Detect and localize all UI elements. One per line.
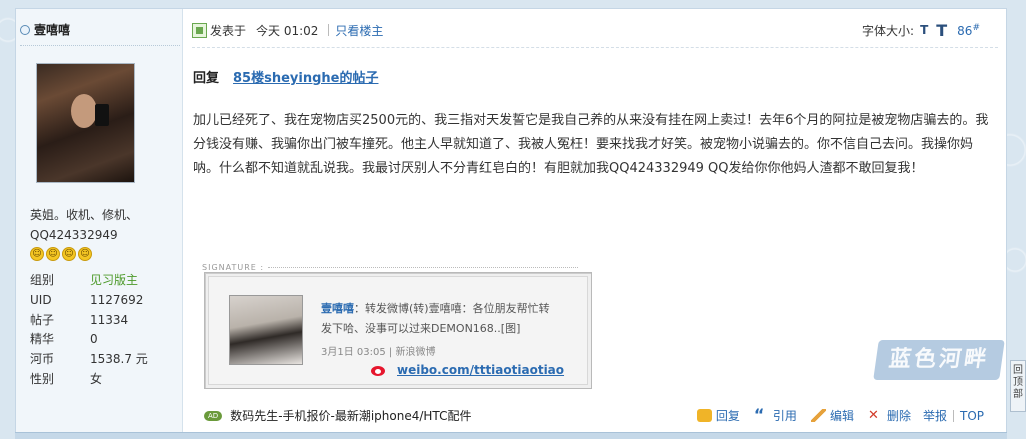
- stat-value-coins: 1538.7 元: [90, 352, 148, 367]
- stat-label: UID: [30, 292, 52, 307]
- signature-box: 壹嘻嘻：转发微博(转)壹嘻嘻：各位朋友帮忙转发下哈、没事可以过来DEMON168…: [204, 272, 592, 389]
- post-footer-strip: [15, 432, 1007, 439]
- avatar-face: [71, 94, 97, 128]
- stat-row-coins: 河币 1538.7 元: [30, 350, 180, 370]
- author-sidebar: 壹嘻嘻 英姐。收机、修机、 QQ424332949 ☺ ☺ ☺ ☺ 组别 见习版…: [16, 9, 183, 437]
- reply-target-link[interactable]: 85楼sheyinghe的帖子: [233, 67, 378, 86]
- signature-inner: 壹嘻嘻：转发微博(转)壹嘻嘻：各位朋友帮忙转发下哈、没事可以过来DEMON168…: [208, 276, 588, 385]
- edit-button[interactable]: 编辑: [810, 407, 854, 424]
- stat-value-posts: 11334: [90, 312, 129, 327]
- signature-message: ：转发微博(转)壹嘻嘻：各位朋友帮忙转发下哈、没事可以过来DEMON168..[…: [321, 302, 550, 335]
- stat-row-gender: 性别 女: [30, 370, 180, 390]
- posted-time: 今天 01:02: [256, 23, 319, 38]
- signature-meta: 3月1日 03:05 | 新浪微博: [321, 347, 436, 358]
- site-watermark: 蓝色河畔: [873, 340, 1005, 380]
- signature-weibo: weibo.com/tttiaotiaotiao: [371, 363, 564, 377]
- reply-icon: [696, 409, 712, 422]
- top-button[interactable]: TOP: [960, 409, 984, 423]
- floor-number-value: 86: [957, 23, 973, 38]
- stat-row-posts: 帖子 11334: [30, 311, 180, 331]
- weibo-link[interactable]: weibo.com/tttiaotiaotiao: [397, 363, 564, 377]
- stat-row-digest: 精华 0: [30, 330, 180, 350]
- actions-divider: [952, 409, 954, 422]
- delete-button[interactable]: ✕ 删除: [868, 407, 911, 424]
- stat-label: 河币: [30, 352, 55, 367]
- author-intro: 英姐。收机、修机、 QQ424332949: [30, 205, 170, 245]
- delete-button-label: 删除: [886, 409, 911, 423]
- smiley-icon: ☺: [30, 247, 44, 261]
- ad-badge-icon: AD: [204, 410, 223, 421]
- stat-value-digest: 0: [90, 332, 98, 347]
- author-name[interactable]: 壹嘻嘻: [34, 21, 70, 38]
- quote-icon: “: [753, 405, 765, 424]
- stat-value-gender: 女: [90, 371, 103, 386]
- header-divider: [328, 24, 330, 36]
- signature-title-text: SIGNATURE :: [202, 263, 265, 272]
- font-large-button[interactable]: T: [936, 21, 947, 40]
- author-stats: 组别 见习版主 UID 1127692 帖子 11334 精华 0 河币 153…: [30, 271, 180, 390]
- back-to-top-button[interactable]: 回顶部: [1010, 360, 1026, 412]
- edit-icon: [810, 409, 826, 422]
- quote-button-label: 引用: [772, 409, 797, 423]
- reply-label: 回复: [193, 71, 220, 86]
- font-small-button[interactable]: T: [920, 23, 928, 37]
- stat-value-uid: 1127692: [90, 292, 144, 307]
- signature-name[interactable]: 壹嘻嘻: [321, 302, 354, 315]
- stat-label: 帖子: [30, 312, 55, 327]
- post-actions: 回复 “ 引用 编辑 ✕ 删除 举报 TOP: [683, 407, 984, 424]
- report-button-label: 举报: [922, 409, 947, 423]
- weibo-icon: [371, 363, 389, 377]
- post-body: 加儿已经死了、我在宠物店买2500元的、我三指对天发誓它是我自己养的从来没有挂在…: [193, 113, 989, 176]
- header-separator: [192, 47, 998, 48]
- smiley-icon: ☺: [46, 247, 60, 261]
- author-intro-line2: QQ424332949: [30, 228, 118, 242]
- delete-icon: ✕: [867, 408, 879, 423]
- smiley-icon: ☺: [78, 247, 92, 261]
- author-header: 壹嘻嘻: [20, 21, 70, 38]
- quote-button[interactable]: “ 引用: [754, 407, 797, 424]
- smiley-icon: ☺: [62, 247, 76, 261]
- signature-text: 壹嘻嘻：转发微博(转)壹嘻嘻：各位朋友帮忙转发下哈、没事可以过来DEMON168…: [321, 299, 551, 339]
- post-status-icon: [192, 22, 207, 38]
- signature-photo[interactable]: [229, 295, 303, 365]
- font-size-label: 字体大小:: [862, 23, 915, 38]
- online-status-icon: [20, 24, 30, 35]
- stat-label: 精华: [30, 332, 55, 347]
- rank-icons: ☺ ☺ ☺ ☺: [30, 247, 92, 261]
- only-author-link[interactable]: 只看楼主: [335, 22, 383, 39]
- report-button[interactable]: 举报: [923, 407, 947, 424]
- signature-divider: [268, 267, 579, 268]
- floor-number[interactable]: 86#: [957, 23, 980, 38]
- font-size-controls: 字体大小: T T 86#: [862, 19, 980, 41]
- posted-label: 发表于: [210, 23, 247, 38]
- ad-link[interactable]: 数码先生-手机报价-最新潮iphone4/HTC配件: [230, 407, 471, 424]
- reply-button[interactable]: 回复: [696, 407, 740, 424]
- post-header: 发表于 今天 01:02 只看楼主 字体大小: T T 86#: [192, 19, 998, 41]
- author-intro-line1: 英姐。收机、修机、: [30, 208, 139, 222]
- author-divider: [20, 45, 180, 46]
- reply-line: 回复 85楼sheyinghe的帖子: [193, 67, 378, 86]
- ad-row: AD 数码先生-手机报价-最新潮iphone4/HTC配件: [204, 407, 471, 424]
- stat-row-uid: UID 1127692: [30, 291, 180, 311]
- stat-label: 组别: [30, 273, 55, 287]
- stat-label: 性别: [30, 371, 55, 386]
- edit-button-label: 编辑: [829, 409, 854, 423]
- signature-title: SIGNATURE :: [202, 263, 579, 272]
- reply-button-label: 回复: [715, 409, 740, 423]
- floor-suffix: #: [972, 22, 980, 33]
- avatar[interactable]: [36, 63, 135, 183]
- post-container: 壹嘻嘻 英姐。收机、修机、 QQ424332949 ☺ ☺ ☺ ☺ 组别 见习版…: [15, 8, 1007, 438]
- avatar-phone: [95, 104, 109, 126]
- stat-row-group: 组别 见习版主: [30, 271, 180, 291]
- top-button-label: TOP: [959, 408, 984, 423]
- stat-value-group[interactable]: 见习版主: [90, 271, 138, 291]
